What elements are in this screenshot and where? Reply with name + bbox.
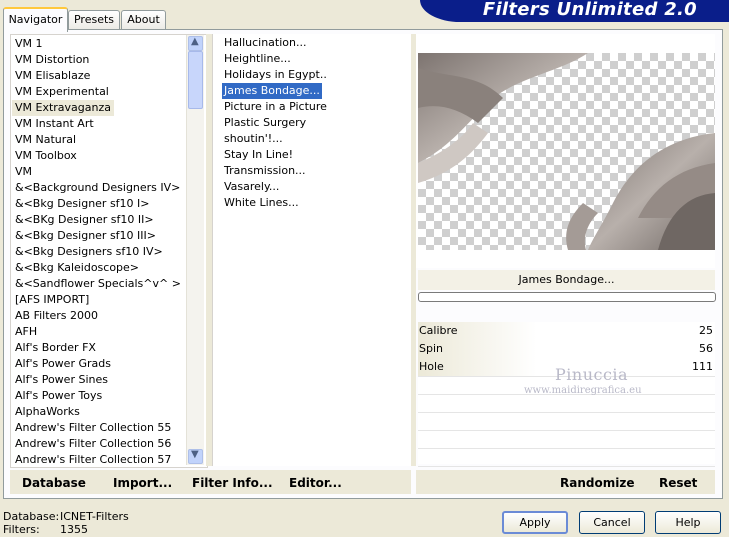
database-label: Database: <box>3 510 60 523</box>
category-item[interactable]: Alf's Power Sines <box>15 372 108 388</box>
filters-count: 1355 <box>60 523 88 536</box>
filter-item[interactable]: Holidays in Egypt.. <box>224 67 327 83</box>
filter-item[interactable]: Heightline... <box>224 51 291 67</box>
category-item[interactable]: &<Bkg Designer sf10 III> <box>15 228 156 244</box>
scroll-thumb[interactable] <box>188 51 203 109</box>
randomize-button[interactable]: Randomize <box>560 476 634 490</box>
scroll-up-arrow-icon[interactable]: ▲ <box>188 36 203 51</box>
scroll-down-arrow-icon[interactable]: ▼ <box>188 449 203 464</box>
filter-item[interactable]: Transmission... <box>224 163 306 179</box>
cancel-button[interactable]: Cancel <box>579 511 645 534</box>
banner-title: Filters Unlimited 2.0 <box>482 0 697 20</box>
selected-filter-name: James Bondage... <box>418 270 715 290</box>
category-item[interactable]: VM Extravaganza <box>12 100 115 116</box>
category-item[interactable]: Alf's Power Grads <box>15 356 111 372</box>
category-item[interactable]: Andrew's Filter Collection 56 <box>15 436 171 452</box>
category-item[interactable]: Andrew's Filter Collection 55 <box>15 420 171 436</box>
bondage-effect-graphic <box>418 53 715 250</box>
param-empty <box>418 448 715 467</box>
category-item[interactable]: VM Instant Art <box>15 116 94 132</box>
category-item[interactable]: Alf's Border FX <box>15 340 96 356</box>
category-scrollbar[interactable]: ▲ ▼ <box>186 35 204 465</box>
database-value: ICNET-Filters <box>60 510 129 523</box>
category-item[interactable]: VM Elisablaze <box>15 68 90 84</box>
category-item[interactable]: VM Natural <box>15 132 76 148</box>
param-empty <box>418 394 715 413</box>
category-item[interactable]: VM Distortion <box>15 52 89 68</box>
filter-info-button[interactable]: Filter Info... <box>192 476 273 490</box>
filter-item[interactable]: Hallucination... <box>224 35 306 51</box>
category-item[interactable]: AlphaWorks <box>15 404 80 420</box>
category-item[interactable]: &<Bkg Kaleidoscope> <box>15 260 139 276</box>
category-item[interactable]: VM Experimental <box>15 84 109 100</box>
apply-button[interactable]: Apply <box>502 511 568 534</box>
filter-item[interactable]: Vasarely... <box>224 179 279 195</box>
filter-item[interactable]: Stay In Line! <box>224 147 293 163</box>
tab-presets[interactable]: Presets <box>68 10 120 29</box>
category-item[interactable]: VM <box>15 164 32 180</box>
watermark-site: www.maidiregrafica.eu <box>524 385 642 396</box>
category-item[interactable]: Alf's Power Toys <box>15 388 102 404</box>
category-item[interactable]: &<Bkg Designer sf10 I> <box>15 196 150 212</box>
filter-list[interactable]: Hallucination... Heightline... Holidays in… <box>212 34 412 466</box>
filters-label: Filters: <box>3 523 40 536</box>
param-empty <box>418 412 715 431</box>
database-button[interactable]: Database <box>22 476 86 490</box>
category-item[interactable]: &<Sandflower Specials^v^ > <box>15 276 181 292</box>
tab-about[interactable]: About <box>121 10 166 29</box>
category-item[interactable]: Andrew's Filter Collection 57 <box>15 452 171 467</box>
category-item[interactable]: VM Toolbox <box>15 148 77 164</box>
param-empty <box>418 430 715 449</box>
progress-bar <box>418 292 716 302</box>
category-list[interactable]: VM 1 VM Distortion VM Elisablaze VM Experim… <box>10 34 208 468</box>
param-calibre[interactable]: Calibre 25 <box>418 322 715 341</box>
preview-image <box>418 53 715 250</box>
title-banner: Filters Unlimited 2.0 <box>420 0 729 22</box>
category-item[interactable]: &<Bkg Designers sf10 IV> <box>15 244 163 260</box>
category-item[interactable]: AB Filters 2000 <box>15 308 98 324</box>
tab-navigator[interactable]: Navigator <box>3 7 68 32</box>
category-item[interactable]: &<Background Designers IV> <box>15 180 180 196</box>
category-item[interactable]: AFH <box>15 324 37 340</box>
filter-item[interactable]: James Bondage... <box>222 83 322 99</box>
category-item[interactable]: [AFS IMPORT] <box>15 292 89 308</box>
category-item[interactable]: &<BKg Designer sf10 II> <box>15 212 154 228</box>
param-spin[interactable]: Spin 56 <box>418 340 715 359</box>
reset-button[interactable]: Reset <box>659 476 697 490</box>
filter-item[interactable]: White Lines... <box>224 195 299 211</box>
filter-item[interactable]: Picture in a Picture <box>224 99 327 115</box>
import-button[interactable]: Import... <box>113 476 172 490</box>
filter-item[interactable]: Plastic Surgery <box>224 115 306 131</box>
category-item[interactable]: VM 1 <box>15 36 43 52</box>
filter-item[interactable]: shoutin'!... <box>224 131 283 147</box>
editor-button[interactable]: Editor... <box>289 476 342 490</box>
watermark-name: Pinuccia <box>555 365 629 384</box>
help-button[interactable]: Help <box>655 511 721 534</box>
